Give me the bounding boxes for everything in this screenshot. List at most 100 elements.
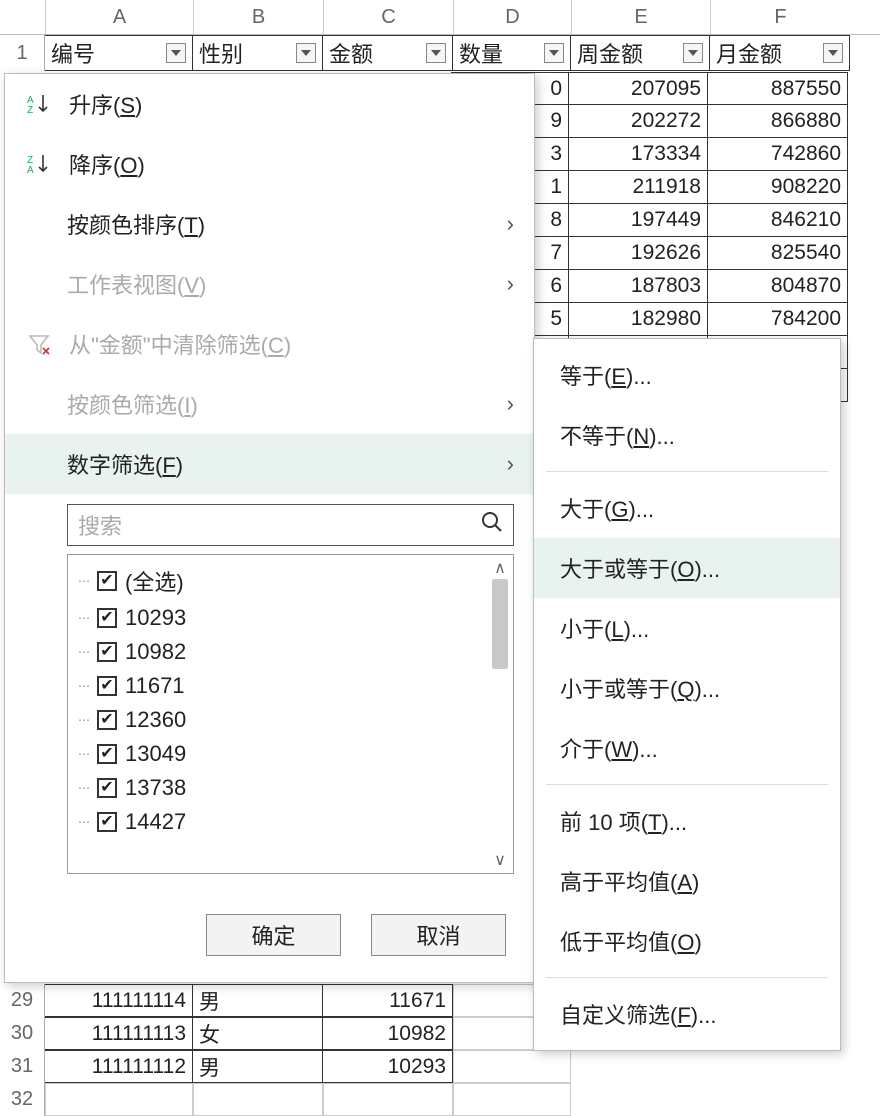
cell[interactable]: 10293 xyxy=(323,1050,453,1083)
checkbox-icon[interactable]: ✔ xyxy=(97,778,117,798)
checkbox-icon[interactable]: ✔ xyxy=(97,710,117,730)
header-cell-B[interactable]: 性别 xyxy=(193,35,323,71)
tree-connector-icon: ⋯ xyxy=(78,611,89,625)
cell[interactable]: 207095 xyxy=(569,72,708,105)
checkbox-icon[interactable]: ✔ xyxy=(97,642,117,662)
sort-by-color[interactable]: 按颜色排序(T) › xyxy=(5,194,534,254)
cell[interactable]: 182980 xyxy=(569,303,708,336)
scroll-down-icon[interactable]: ∨ xyxy=(489,849,511,871)
filter-dropdown-button[interactable] xyxy=(296,43,316,63)
filter-value-select-all[interactable]: ⋯✔(全选) xyxy=(72,561,509,601)
chevron-down-icon xyxy=(549,50,559,56)
submenu-not-equals[interactable]: 不等于(N)... xyxy=(534,405,840,465)
header-cell-F[interactable]: 月金额 xyxy=(710,35,850,71)
filter-value-label: 11671 xyxy=(125,673,185,699)
col-letter-F[interactable]: F xyxy=(710,0,850,34)
cell[interactable]: 825540 xyxy=(708,237,848,270)
worksheet-view: 工作表视图(V) › xyxy=(5,254,534,314)
cell[interactable]: 10982 xyxy=(323,1017,453,1050)
header-cell-D[interactable]: 数量 xyxy=(453,35,571,71)
cell[interactable]: 784200 xyxy=(708,303,848,336)
cell[interactable]: 202272 xyxy=(569,105,708,138)
cell[interactable]: 846210 xyxy=(708,204,848,237)
cell[interactable]: 173334 xyxy=(569,138,708,171)
submenu-above-average[interactable]: 高于平均值(A) xyxy=(534,851,840,911)
filter-value-item[interactable]: ⋯✔13049 xyxy=(72,737,509,771)
checkbox-icon[interactable]: ✔ xyxy=(97,608,117,628)
scrollbar[interactable]: ∧ ∨ xyxy=(489,557,511,871)
filter-value-item[interactable]: ⋯✔12360 xyxy=(72,703,509,737)
cell[interactable]: 192626 xyxy=(569,237,708,270)
cell[interactable]: 111111114 xyxy=(45,984,193,1017)
cell[interactable]: 197449 xyxy=(569,204,708,237)
filter-dropdown-button[interactable] xyxy=(683,43,703,63)
col-letter-E[interactable]: E xyxy=(571,0,710,34)
row-number[interactable]: 32 xyxy=(0,1083,45,1116)
col-letter-C[interactable]: C xyxy=(323,0,453,34)
cell[interactable] xyxy=(45,1083,193,1116)
submenu-equals[interactable]: 等于(E)... xyxy=(534,345,840,405)
col-letter-B[interactable]: B xyxy=(193,0,323,34)
cell[interactable]: 111111112 xyxy=(45,1050,193,1083)
cancel-button[interactable]: 取消 xyxy=(371,914,506,956)
row-number[interactable]: 31 xyxy=(0,1050,45,1083)
row-number-1[interactable]: 1 xyxy=(0,35,45,71)
submenu-custom-filter[interactable]: 自定义筛选(F)... xyxy=(534,984,840,1044)
submenu-top-10[interactable]: 前 10 项(T)... xyxy=(534,791,840,851)
submenu-greater[interactable]: 大于(G)... xyxy=(534,478,840,538)
row-number[interactable]: 30 xyxy=(0,1017,45,1050)
cell[interactable]: 742860 xyxy=(708,138,848,171)
header-cell-C[interactable]: 金额 xyxy=(323,35,453,71)
submenu-less[interactable]: 小于(L)... xyxy=(534,598,840,658)
cell[interactable]: 804870 xyxy=(708,270,848,303)
filter-value-item[interactable]: ⋯✔11671 xyxy=(72,669,509,703)
filter-value-item[interactable]: ⋯✔10293 xyxy=(72,601,509,635)
cell[interactable] xyxy=(453,1050,571,1083)
sort-ascending[interactable]: AZ 升序(S) xyxy=(5,74,534,134)
number-filter[interactable]: 数字筛选(F) › xyxy=(5,434,534,494)
cell[interactable]: 11671 xyxy=(323,984,453,1017)
checkbox-icon[interactable]: ✔ xyxy=(97,812,117,832)
row-number[interactable]: 29 xyxy=(0,984,45,1017)
cell[interactable]: 女 xyxy=(193,1017,323,1050)
checkbox-icon[interactable]: ✔ xyxy=(97,571,117,591)
chevron-down-icon xyxy=(171,50,181,56)
cell[interactable]: 男 xyxy=(193,1050,323,1083)
cell[interactable] xyxy=(193,1083,323,1116)
filter-value-item[interactable]: ⋯✔13738 xyxy=(72,771,509,805)
filter-dropdown-button[interactable] xyxy=(544,43,564,63)
search-placeholder: 搜索 xyxy=(78,509,481,541)
filter-value-label: 10982 xyxy=(125,639,186,665)
filter-search-input[interactable]: 搜索 xyxy=(67,504,514,546)
cell[interactable]: 211918 xyxy=(569,171,708,204)
submenu-less-or-equal[interactable]: 小于或等于(Q)... xyxy=(534,658,840,718)
chevron-down-icon xyxy=(688,50,698,56)
filter-value-label: 14427 xyxy=(125,809,186,835)
col-letter-A[interactable]: A xyxy=(45,0,193,34)
filter-dropdown-button[interactable] xyxy=(823,43,843,63)
cell[interactable]: 887550 xyxy=(708,72,848,105)
submenu-greater-or-equal[interactable]: 大于或等于(O)... xyxy=(534,538,840,598)
cell[interactable]: 908220 xyxy=(708,171,848,204)
filter-value-item[interactable]: ⋯✔10982 xyxy=(72,635,509,669)
cell[interactable]: 866880 xyxy=(708,105,848,138)
sort-descending[interactable]: ZA 降序(O) xyxy=(5,134,534,194)
filter-dropdown-button[interactable] xyxy=(166,43,186,63)
cell[interactable]: 男 xyxy=(193,984,323,1017)
cell[interactable] xyxy=(453,1083,571,1116)
filter-dropdown-button[interactable] xyxy=(426,43,446,63)
cell[interactable]: 111111113 xyxy=(45,1017,193,1050)
cell[interactable]: 187803 xyxy=(569,270,708,303)
checkbox-icon[interactable]: ✔ xyxy=(97,744,117,764)
header-cell-E[interactable]: 周金额 xyxy=(571,35,710,71)
filter-value-item[interactable]: ⋯✔14427 xyxy=(72,805,509,839)
submenu-below-average[interactable]: 低于平均值(O) xyxy=(534,911,840,971)
submenu-between[interactable]: 介于(W)... xyxy=(534,718,840,778)
checkbox-icon[interactable]: ✔ xyxy=(97,676,117,696)
col-letter-D[interactable]: D xyxy=(453,0,571,34)
ok-button[interactable]: 确定 xyxy=(206,914,341,956)
header-cell-A[interactable]: 编号 xyxy=(45,35,193,71)
scroll-thumb[interactable] xyxy=(492,579,508,669)
cell[interactable] xyxy=(323,1083,453,1116)
scroll-up-icon[interactable]: ∧ xyxy=(489,557,511,579)
